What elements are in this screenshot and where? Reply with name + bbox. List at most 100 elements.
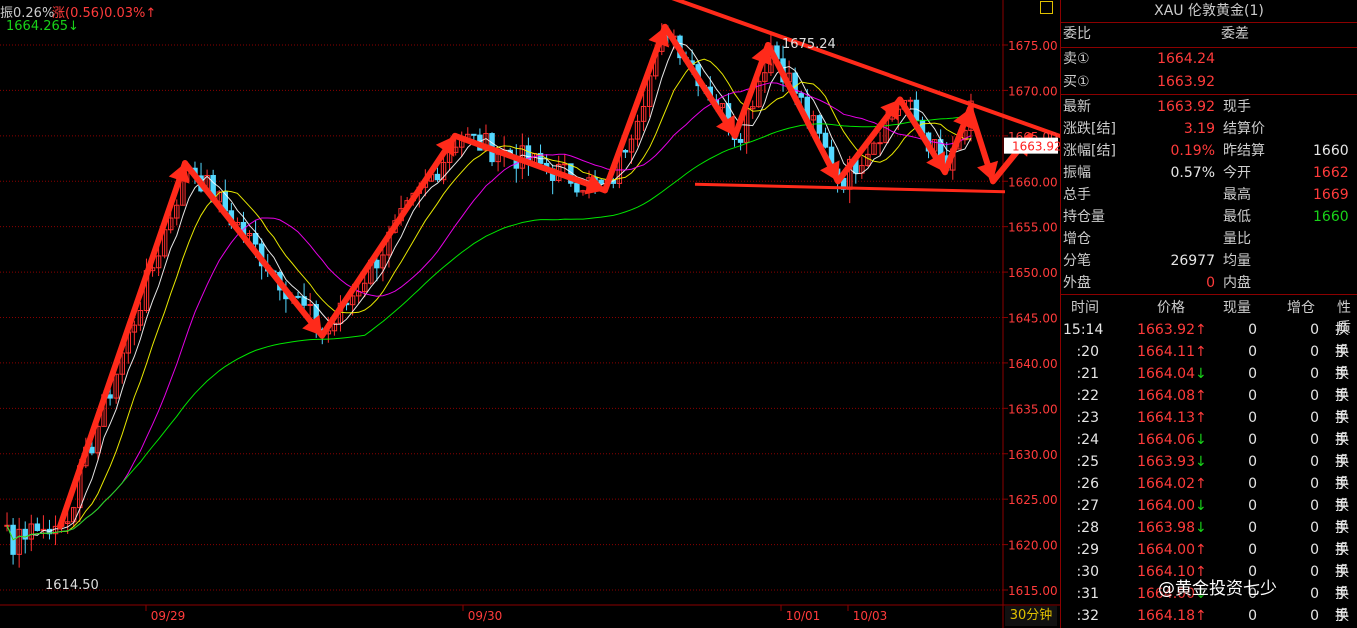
- candle-body: [89, 446, 95, 454]
- trade-qty: 0: [1248, 366, 1257, 382]
- trade-qty: 0: [1248, 388, 1257, 404]
- trade-time: :29: [1076, 542, 1099, 558]
- price-gridlines: [0, 0, 1060, 628]
- quote-right-label: 结算价: [1223, 121, 1265, 137]
- price-tick-label: 1640.00: [1008, 357, 1058, 371]
- trade-row[interactable]: 15:14 1663.92 ↑ 0 0 换手: [1061, 319, 1357, 360]
- low-price-label: 1614.50: [45, 578, 99, 593]
- trade-price: 1663.93: [1137, 454, 1195, 470]
- trade-row[interactable]: :28 1663.98 ↓ 0 0 换手: [1061, 517, 1357, 558]
- price-tick-label: 1645.00: [1008, 312, 1058, 326]
- watermark: @黄金投资七少: [1158, 579, 1277, 599]
- weicha-label: 委差: [1221, 26, 1249, 42]
- candle-body: [737, 139, 744, 143]
- trade-direction: ↓: [1195, 498, 1207, 514]
- quote-left-label: 振幅: [1063, 165, 1091, 181]
- quote-left-label: 持仓量: [1063, 209, 1105, 225]
- trade-time: :22: [1076, 388, 1099, 404]
- buy-row: 买① 1663.92: [1063, 71, 1353, 93]
- quote-left-label: 总手: [1063, 187, 1091, 203]
- candle-body: [574, 182, 580, 193]
- quote-row: 最新 1663.92 现手: [1063, 96, 1357, 118]
- trade-oi: 0: [1310, 344, 1319, 360]
- quote-left-label: 涨幅[结]: [1063, 143, 1116, 159]
- ma-line: [6, 42, 972, 541]
- trade-price: 1664.02: [1137, 476, 1195, 492]
- trade-oi: 0: [1310, 498, 1319, 514]
- quote-right-label: 今开: [1223, 165, 1251, 181]
- trade-qty: 0: [1248, 410, 1257, 426]
- trade-time: :30: [1076, 564, 1099, 580]
- trade-row[interactable]: :23 1664.13 ↑ 0 0 换手: [1061, 407, 1357, 448]
- trade-direction: ↓: [1195, 520, 1207, 536]
- candle-body: [907, 99, 914, 102]
- trade-row[interactable]: :24 1664.06 ↓ 0 0 换手: [1061, 429, 1357, 470]
- quote-left-label: 最新: [1063, 99, 1091, 115]
- candle-body: [798, 92, 804, 98]
- quote-left-label: 外盘: [1063, 275, 1091, 291]
- quote-left-label: 涨跌[结]: [1063, 121, 1116, 137]
- settings-square-icon[interactable]: [1040, 1, 1053, 14]
- trade-nature: 换手: [1335, 608, 1349, 624]
- trade-oi: 0: [1310, 410, 1319, 426]
- price-axis: 1675.001670.001665.001660.001655.001650.…: [1003, 39, 1060, 598]
- trade-row[interactable]: :29 1664.00 ↑ 0 0 换手: [1061, 539, 1357, 580]
- col-qty: 现量: [1223, 300, 1251, 316]
- candle-body: [22, 528, 28, 540]
- trend-arrow-segment: [765, 42, 841, 185]
- weibi-label: 委比: [1063, 26, 1091, 42]
- price-tick-label: 1650.00: [1008, 266, 1058, 280]
- trend-arrow-segment: [452, 132, 608, 194]
- weibi-row: 委比 委差: [1063, 23, 1353, 45]
- quote-left-label: 分笔: [1063, 253, 1091, 269]
- quote-left-value: 3.19: [1183, 121, 1215, 137]
- quote-right-label: 昨结算: [1223, 143, 1265, 159]
- trade-row[interactable]: :22 1664.08 ↑ 0 0 换手: [1061, 385, 1357, 426]
- quote-right-label: 现手: [1223, 99, 1251, 115]
- quote-right-label: 最高: [1223, 187, 1251, 203]
- trade-time: :27: [1076, 498, 1099, 514]
- candle-body: [562, 163, 568, 166]
- trade-oi: 0: [1310, 608, 1319, 624]
- trade-oi: 0: [1310, 520, 1319, 536]
- trend-arrow-segment: [57, 160, 188, 530]
- candlestick-chart[interactable]: 1675.001670.001665.001660.001655.001650.…: [0, 0, 1060, 628]
- quote-row: 涨跌[结] 3.19 结算价: [1063, 118, 1357, 140]
- ma-line: [6, 58, 972, 541]
- trade-row[interactable]: :21 1664.04 ↓ 0 0 换手: [1061, 363, 1357, 404]
- price-tick-label: 1655.00: [1008, 221, 1058, 235]
- trade-row[interactable]: :32 1664.18↑ 0 0 换手: [1061, 605, 1357, 627]
- quote-row: 增仓 量比: [1063, 228, 1357, 250]
- trade-row[interactable]: :26 1664.02 ↑ 0 0 换手: [1061, 473, 1357, 514]
- trade-time: 15:14: [1063, 322, 1104, 338]
- trade-direction: ↓: [1195, 454, 1207, 470]
- buy-label: 买①: [1063, 74, 1090, 90]
- candle-body: [252, 233, 259, 245]
- trade-qty: 0: [1248, 344, 1257, 360]
- trade-row[interactable]: :20 1664.11 ↑ 0 0 换手: [1061, 341, 1357, 382]
- candle-body: [471, 133, 477, 136]
- trade-price: 1664.18: [1137, 608, 1195, 624]
- trade-oi: 0: [1310, 564, 1319, 580]
- high-price-label: 1675.24: [782, 37, 836, 52]
- candle-body: [434, 173, 441, 181]
- quote-row: 总手 最高 1669: [1063, 184, 1357, 206]
- quote-right-value: 1669: [1313, 187, 1349, 203]
- quote-right-value: 1662: [1313, 165, 1349, 181]
- candle-body: [374, 259, 380, 269]
- trade-oi: 0: [1310, 586, 1319, 602]
- trade-time: :32: [1076, 608, 1099, 624]
- trade-direction: ↑: [1195, 344, 1207, 360]
- col-price: 价格: [1157, 300, 1185, 316]
- instrument-title: XAU 伦敦黄金(1): [1061, 0, 1357, 23]
- trade-row[interactable]: :25 1663.93 ↓ 0 0 换手: [1061, 451, 1357, 492]
- trade-row[interactable]: :27 1664.00 ↓ 0 0 换手: [1061, 495, 1357, 536]
- quote-left-label: 增仓: [1063, 231, 1091, 247]
- trade-price: 1664.00: [1137, 542, 1195, 558]
- timeframe-button[interactable]: 30分钟: [1005, 606, 1057, 626]
- price-tick-label: 1625.00: [1008, 493, 1058, 507]
- time-tick-label: 10/03: [853, 609, 888, 623]
- divider: [1061, 94, 1357, 95]
- trade-oi: 0: [1310, 454, 1319, 470]
- trade-price: 1664.13: [1137, 410, 1195, 426]
